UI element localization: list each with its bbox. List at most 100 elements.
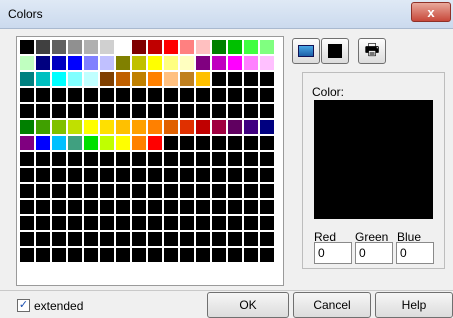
palette-swatch[interactable] — [228, 232, 242, 246]
palette-swatch[interactable] — [100, 104, 114, 118]
palette-swatch[interactable] — [116, 232, 130, 246]
palette-swatch[interactable] — [196, 56, 210, 70]
palette-swatch[interactable] — [148, 168, 162, 182]
palette-swatch[interactable] — [260, 72, 274, 86]
palette-swatch[interactable] — [20, 56, 34, 70]
palette-swatch[interactable] — [20, 72, 34, 86]
palette-swatch[interactable] — [20, 216, 34, 230]
palette-swatch[interactable] — [100, 120, 114, 134]
palette-swatch[interactable] — [100, 152, 114, 166]
palette-swatch[interactable] — [148, 120, 162, 134]
palette-swatch[interactable] — [116, 136, 130, 150]
palette-swatch[interactable] — [116, 248, 130, 262]
palette-swatch[interactable] — [68, 40, 82, 54]
palette-swatch[interactable] — [84, 136, 98, 150]
palette-swatch[interactable] — [68, 168, 82, 182]
palette-swatch[interactable] — [84, 152, 98, 166]
palette-swatch[interactable] — [20, 136, 34, 150]
palette-swatch[interactable] — [84, 120, 98, 134]
palette-swatch[interactable] — [196, 72, 210, 86]
palette-swatch[interactable] — [228, 200, 242, 214]
palette-swatch[interactable] — [212, 152, 226, 166]
palette-swatch[interactable] — [196, 248, 210, 262]
palette-swatch[interactable] — [116, 152, 130, 166]
palette-swatch[interactable] — [228, 168, 242, 182]
palette-swatch[interactable] — [164, 104, 178, 118]
palette-swatch[interactable] — [260, 40, 274, 54]
palette-swatch[interactable] — [100, 184, 114, 198]
palette-swatch[interactable] — [68, 56, 82, 70]
palette-swatch[interactable] — [36, 72, 50, 86]
palette-swatch[interactable] — [260, 104, 274, 118]
palette-swatch[interactable] — [52, 216, 66, 230]
palette-swatch[interactable] — [180, 72, 194, 86]
palette-swatch[interactable] — [212, 216, 226, 230]
palette-swatch[interactable] — [164, 56, 178, 70]
palette-swatch[interactable] — [244, 88, 258, 102]
palette-swatch[interactable] — [228, 120, 242, 134]
palette-swatch[interactable] — [244, 104, 258, 118]
palette-swatch[interactable] — [196, 232, 210, 246]
palette-swatch[interactable] — [52, 56, 66, 70]
palette-swatch[interactable] — [244, 56, 258, 70]
palette-swatch[interactable] — [132, 40, 146, 54]
palette-swatch[interactable] — [20, 104, 34, 118]
palette-swatch[interactable] — [116, 72, 130, 86]
palette-swatch[interactable] — [244, 40, 258, 54]
palette-swatch[interactable] — [180, 184, 194, 198]
palette-swatch[interactable] — [68, 248, 82, 262]
palette-swatch[interactable] — [100, 136, 114, 150]
palette-swatch[interactable] — [100, 216, 114, 230]
palette-swatch[interactable] — [52, 248, 66, 262]
palette-swatch[interactable] — [196, 184, 210, 198]
palette-swatch[interactable] — [228, 56, 242, 70]
palette-swatch[interactable] — [52, 152, 66, 166]
palette-swatch[interactable] — [196, 168, 210, 182]
palette-swatch[interactable] — [36, 88, 50, 102]
palette-swatch[interactable] — [212, 56, 226, 70]
palette-swatch[interactable] — [228, 88, 242, 102]
palette-swatch[interactable] — [164, 200, 178, 214]
palette-swatch[interactable] — [148, 136, 162, 150]
palette-swatch[interactable] — [164, 136, 178, 150]
palette-swatch[interactable] — [116, 104, 130, 118]
current-color-button[interactable] — [321, 38, 349, 64]
palette-swatch[interactable] — [68, 72, 82, 86]
palette-swatch[interactable] — [132, 56, 146, 70]
palette-swatch[interactable] — [260, 136, 274, 150]
palette-swatch[interactable] — [196, 152, 210, 166]
palette-swatch[interactable] — [20, 40, 34, 54]
palette-swatch[interactable] — [84, 168, 98, 182]
palette-swatch[interactable] — [228, 248, 242, 262]
palette-swatch[interactable] — [212, 72, 226, 86]
palette-swatch[interactable] — [84, 232, 98, 246]
palette-swatch[interactable] — [180, 104, 194, 118]
palette-swatch[interactable] — [100, 40, 114, 54]
palette-swatch[interactable] — [260, 88, 274, 102]
palette-swatch[interactable] — [212, 168, 226, 182]
palette-swatch[interactable] — [132, 248, 146, 262]
palette-swatch[interactable] — [212, 184, 226, 198]
palette-swatch[interactable] — [180, 216, 194, 230]
palette-swatch[interactable] — [164, 216, 178, 230]
palette-swatch[interactable] — [148, 56, 162, 70]
palette-swatch[interactable] — [196, 104, 210, 118]
palette-swatch[interactable] — [52, 72, 66, 86]
palette-swatch[interactable] — [164, 88, 178, 102]
palette-swatch[interactable] — [52, 232, 66, 246]
palette-swatch[interactable] — [180, 40, 194, 54]
palette-swatch[interactable] — [116, 184, 130, 198]
palette-swatch[interactable] — [132, 216, 146, 230]
palette-swatch[interactable] — [212, 232, 226, 246]
palette-swatch[interactable] — [196, 120, 210, 134]
palette-swatch[interactable] — [36, 232, 50, 246]
palette-swatch[interactable] — [228, 104, 242, 118]
palette-swatch[interactable] — [84, 200, 98, 214]
palette-swatch[interactable] — [132, 184, 146, 198]
palette-swatch[interactable] — [260, 152, 274, 166]
palette-swatch[interactable] — [100, 200, 114, 214]
screen-picker-button[interactable] — [292, 38, 320, 64]
palette-swatch[interactable] — [244, 248, 258, 262]
close-button[interactable]: x — [411, 2, 451, 22]
palette-swatch[interactable] — [52, 104, 66, 118]
